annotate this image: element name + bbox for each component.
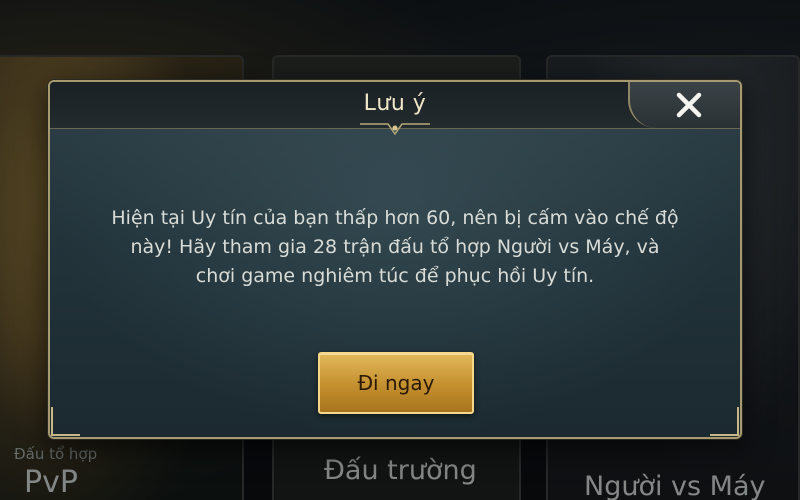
close-button[interactable]	[628, 82, 740, 128]
corner-ornament-icon	[710, 407, 739, 436]
notice-dialog: Lưu ý Hiện tại Uy tín của bạn thấp hơn 6…	[48, 80, 742, 439]
go-now-button-label: Đi ngay	[357, 371, 435, 395]
dialog-message: Hiện tại Uy tín của bạn thấp hơn 60, nên…	[111, 207, 679, 287]
header-ornament-icon	[360, 123, 430, 136]
corner-ornament-icon	[51, 407, 80, 436]
go-now-button[interactable]: Đi ngay	[318, 352, 474, 414]
close-x-icon	[676, 92, 702, 118]
